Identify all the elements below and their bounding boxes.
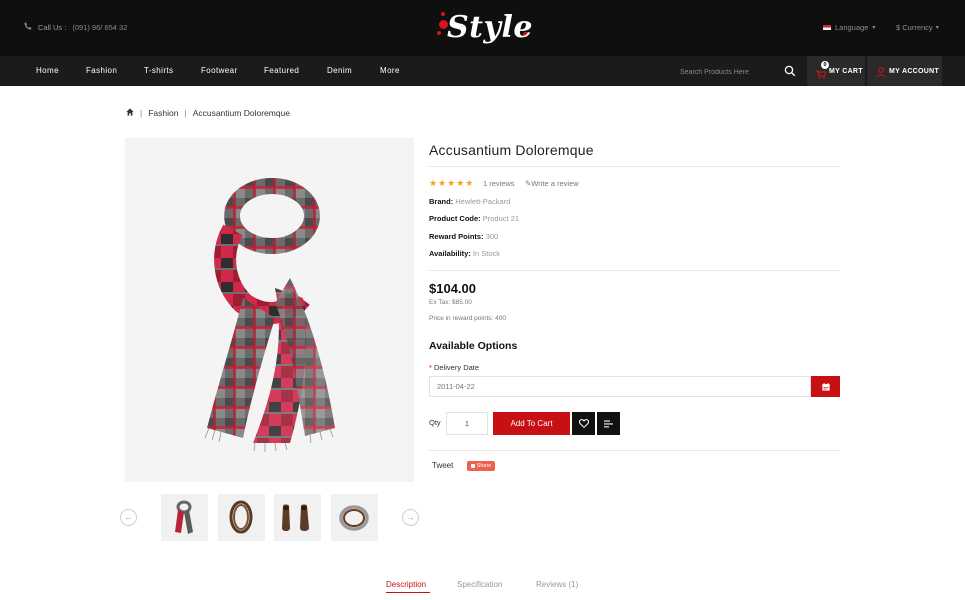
divider: [429, 450, 840, 451]
phone-icon: [24, 22, 32, 32]
cart-label: MY CART: [829, 68, 863, 75]
share-label: Share: [476, 463, 492, 469]
breadcrumb: | Fashion | Accusantium Doloremque: [126, 108, 290, 118]
nav-item-featured[interactable]: Featured: [264, 66, 299, 75]
share-icon: [470, 464, 475, 468]
spec-brand: Brand: Hewlett-Packard: [429, 197, 510, 206]
bracelet-thumb-image: [229, 500, 253, 534]
boots-thumb-image: [282, 504, 309, 531]
nav-item-tshirts[interactable]: T-shirts: [144, 66, 173, 75]
call-info: Call Us : (091) 96/ 654 32: [24, 22, 127, 32]
cart-count-badge: 0: [821, 61, 829, 69]
required-asterisk: *: [429, 363, 432, 372]
arrow-left-icon: ←: [124, 512, 133, 522]
spec-value: 300: [485, 232, 499, 241]
scarf-thumb-image: [175, 500, 193, 534]
product-title: Accusantium Doloremque: [429, 142, 594, 158]
delivery-date-label: * Delivery Date: [429, 363, 479, 372]
nav-item-footwear[interactable]: Footwear: [201, 66, 238, 75]
delivery-date-text: Delivery Date: [434, 363, 480, 372]
spec-label: Reward Points:: [429, 232, 484, 241]
spec-product-code: Product Code: Product 21: [429, 214, 519, 223]
arrow-right-icon: →: [406, 512, 415, 522]
tab-reviews[interactable]: Reviews (1): [536, 580, 578, 589]
thumbnail-boots[interactable]: [274, 494, 321, 541]
divider: [429, 270, 840, 271]
spec-value[interactable]: Hewlett-Packard: [455, 197, 510, 206]
logo-dot: [441, 12, 445, 16]
quantity-input[interactable]: [446, 412, 488, 435]
nav-item-home[interactable]: Home: [36, 66, 59, 75]
spec-value: Product 21: [482, 214, 520, 223]
nav-item-more[interactable]: More: [380, 66, 400, 75]
product-main-image[interactable]: [125, 138, 414, 482]
calendar-button[interactable]: [811, 376, 840, 397]
write-review-label: Write a review: [531, 179, 579, 188]
write-review-link[interactable]: ✎Write a review: [525, 179, 579, 188]
reward-points-price: Price in reward points: 400: [429, 315, 506, 322]
top-bar: Call Us : (091) 96/ 654 32 Style Languag…: [0, 0, 965, 56]
breadcrumb-separator: |: [184, 108, 187, 118]
spec-label: Brand:: [429, 197, 454, 206]
account-label: MY ACCOUNT: [889, 68, 940, 75]
account-button[interactable]: MY ACCOUNT: [867, 56, 942, 86]
available-options-heading: Available Options: [429, 340, 518, 352]
spec-label: Availability:: [429, 249, 471, 258]
thumbnail-scarf[interactable]: [161, 494, 208, 541]
nav-item-fashion[interactable]: Fashion: [86, 66, 117, 75]
logo[interactable]: Style: [437, 8, 532, 48]
wishlist-button[interactable]: [572, 412, 595, 435]
reviews-link[interactable]: 1 reviews: [483, 179, 515, 188]
cart-button[interactable]: 0 MY CART: [807, 56, 865, 86]
heart-icon: [578, 416, 589, 431]
search-input[interactable]: [680, 66, 790, 78]
breadcrumb-item-fashion[interactable]: Fashion: [148, 108, 178, 118]
tab-description[interactable]: Description: [386, 580, 426, 589]
tweet-button[interactable]: Tweet: [432, 461, 453, 470]
spec-availability: Availability: In Stock: [429, 249, 500, 258]
logo-dot: [437, 31, 441, 35]
currency-label: $ Currency: [896, 23, 933, 32]
spec-reward-points: Reward Points: 300: [429, 232, 498, 241]
compare-icon: [604, 416, 613, 431]
scarf-illustration: [204, 178, 335, 452]
spec-label: Product Code:: [429, 214, 481, 223]
thumb-next-button[interactable]: →: [402, 509, 419, 526]
thumbnail-ring[interactable]: [331, 494, 378, 541]
calendar-icon: [821, 379, 830, 394]
user-icon: [876, 65, 886, 83]
call-label: Call Us :: [38, 22, 67, 32]
active-tab-indicator: [386, 592, 430, 593]
product-price: $104.00: [429, 281, 476, 296]
language-selector[interactable]: Language ▾: [823, 23, 875, 32]
compare-button[interactable]: [597, 412, 620, 435]
qty-label: Qty: [429, 418, 441, 427]
ex-tax-price: Ex Tax: $85.00: [429, 299, 472, 306]
thumb-prev-button[interactable]: ←: [120, 509, 137, 526]
currency-selector[interactable]: $ Currency ▾: [896, 23, 939, 32]
language-label: Language: [835, 23, 869, 32]
tab-specification[interactable]: Specification: [457, 580, 502, 589]
nav-item-denim[interactable]: Denim: [327, 66, 352, 75]
rating-stars: ★★★★★: [429, 178, 475, 188]
chevron-down-icon: ▾: [935, 25, 939, 31]
breadcrumb-separator: |: [140, 108, 143, 118]
call-number: (091) 96/ 654 32: [72, 22, 128, 32]
chevron-down-icon: ▾: [872, 25, 876, 31]
delivery-date-input[interactable]: [429, 376, 811, 397]
search-icon[interactable]: [784, 64, 796, 77]
divider: [429, 166, 840, 167]
add-to-cart-button[interactable]: Add To Cart: [493, 412, 570, 435]
breadcrumb-item-current[interactable]: Accusantium Doloremque: [193, 108, 290, 118]
thumbnail-bracelet[interactable]: [218, 494, 265, 541]
spec-value: In Stock: [472, 249, 501, 258]
flag-icon: [823, 25, 831, 30]
logo-text: Style: [447, 10, 533, 45]
ring-thumb-image: [339, 505, 369, 531]
share-button[interactable]: Share: [467, 461, 495, 471]
home-icon[interactable]: [126, 108, 134, 118]
